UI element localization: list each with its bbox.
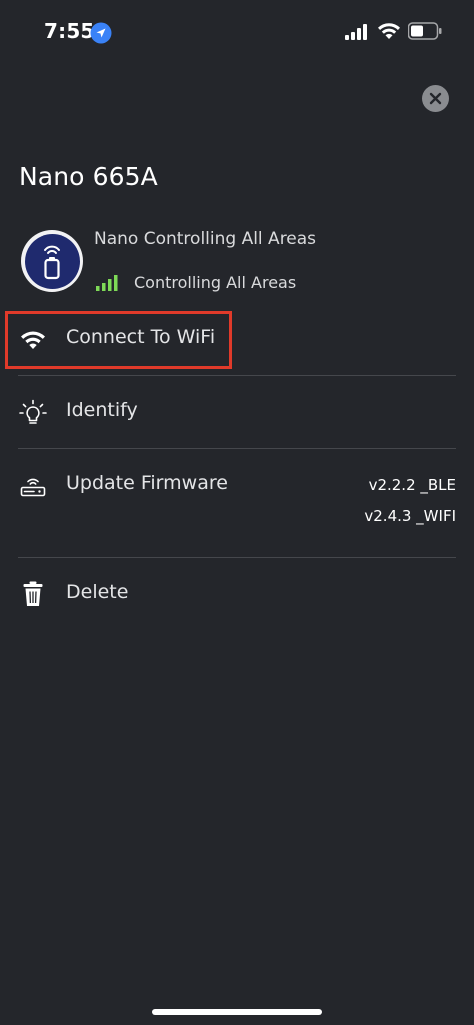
- device-status: Controlling All Areas: [134, 273, 297, 292]
- status-time: 7:55: [44, 19, 95, 43]
- device-avatar: [21, 230, 83, 292]
- location-arrow-icon: [90, 22, 112, 44]
- battery-icon: [408, 22, 442, 40]
- delete-label: Delete: [66, 581, 129, 603]
- lightbulb-icon: [19, 399, 47, 424]
- close-button[interactable]: [422, 85, 449, 112]
- divider: [18, 557, 456, 558]
- router-icon: [20, 478, 46, 497]
- update-firmware-label: Update Firmware: [66, 472, 228, 494]
- wireless-device-icon: [44, 245, 60, 280]
- connect-wifi-row[interactable]: Connect To WiFi: [0, 312, 474, 368]
- divider: [18, 448, 456, 449]
- identify-row[interactable]: Identify: [0, 385, 474, 445]
- signal-strength-icon: [96, 275, 118, 291]
- connect-wifi-label: Connect To WiFi: [66, 326, 216, 348]
- device-avatar-inner: [24, 233, 80, 289]
- trash-icon: [23, 581, 43, 606]
- home-indicator[interactable]: [152, 1009, 322, 1015]
- close-icon: [429, 92, 442, 105]
- wifi-status-icon: [378, 23, 400, 39]
- status-bar: 7:55: [0, 0, 474, 60]
- cellular-signal-icon: [345, 24, 367, 40]
- firmware-version-wifi: v2.4.3 _WIFI: [364, 507, 456, 525]
- wifi-icon: [21, 331, 45, 349]
- identify-label: Identify: [66, 399, 138, 421]
- firmware-version-ble: v2.2.2 _BLE: [368, 476, 456, 494]
- device-subtitle: Nano Controlling All Areas: [94, 229, 317, 249]
- update-firmware-row[interactable]: Update Firmware v2.2.2 _BLE v2.4.3 _WIFI: [0, 458, 474, 548]
- divider: [18, 375, 456, 376]
- device-title: Nano 665A: [19, 162, 158, 191]
- delete-row[interactable]: Delete: [0, 567, 474, 623]
